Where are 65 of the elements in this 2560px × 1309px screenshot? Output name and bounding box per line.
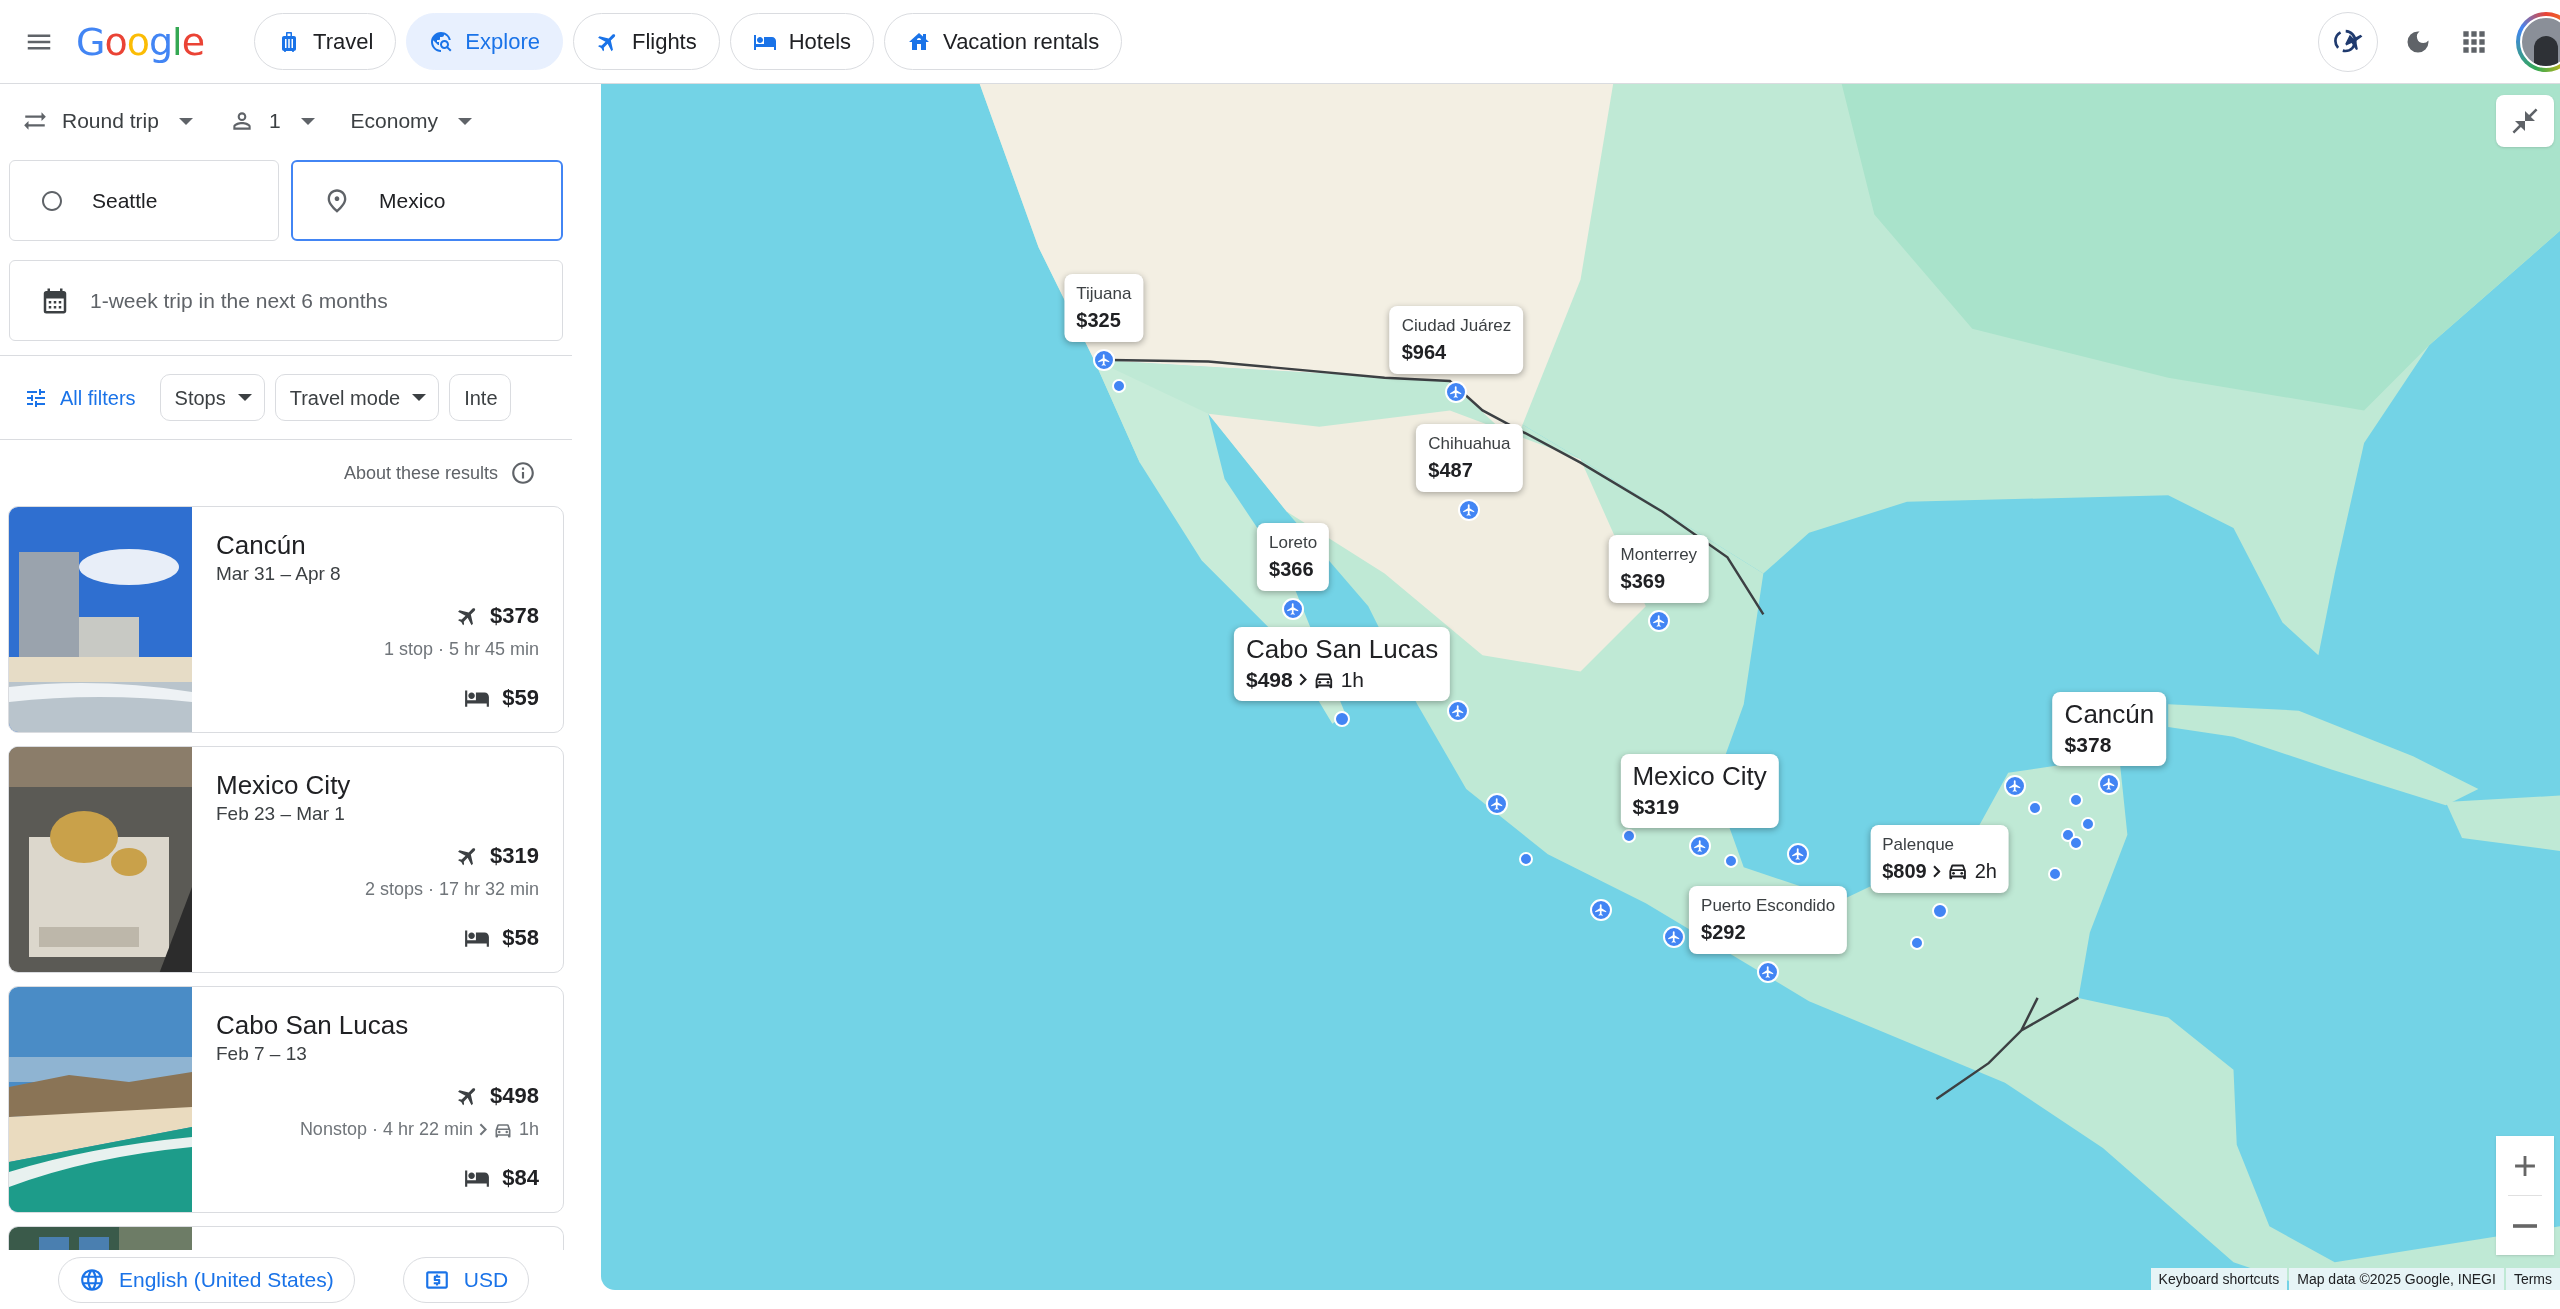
account-avatar[interactable] <box>2516 11 2560 72</box>
destination-name: Mexico City <box>216 769 352 801</box>
dropdown-caret-icon <box>300 117 315 125</box>
hotel-price: $59 <box>502 684 539 712</box>
chevron-right-icon <box>478 1123 487 1136</box>
price-marker[interactable]: Ciudad Juárez $964 <box>1389 306 1524 375</box>
flight-price: $319 <box>490 842 539 870</box>
filter-chip[interactable]: Inte <box>449 374 511 421</box>
google-logo[interactable]: Google <box>76 22 205 61</box>
flight-details: Nonstop · 4 hr 22 min <box>299 1118 473 1141</box>
flight-details: 1 stop · 5 hr 45 min <box>383 638 539 661</box>
trip-option-dropdown[interactable]: Economy <box>350 105 473 137</box>
price-marker[interactable]: Loreto $366 <box>1257 523 1330 592</box>
price-marker[interactable]: Cancún $378 <box>2052 692 2167 767</box>
destination-name: Cabo San Lucas <box>216 1009 410 1041</box>
destination-card[interactable]: Cabo San Lucas Feb 7 – 13 $498 Nonstop · 4 hr 22 min 1h $84 <box>8 986 564 1213</box>
destination-field[interactable]: Mexico <box>291 160 563 241</box>
nav-tab[interactable]: Hotels <box>729 13 875 70</box>
price-marker[interactable]: Tijuana $325 <box>1064 273 1144 342</box>
minus-icon <box>2513 1223 2537 1228</box>
exit-fullscreen-icon <box>2510 106 2540 136</box>
nav-tab[interactable]: Vacation rentals <box>884 13 1123 70</box>
all-filters-button[interactable]: All filters <box>24 382 136 413</box>
price-marker[interactable]: Mexico City $319 <box>1620 754 1779 829</box>
map-data-credit: Map data ©2025 Google, INEGI <box>2289 1268 2504 1290</box>
destination-name: Cancún <box>216 529 307 561</box>
price-marker[interactable]: Monterrey $369 <box>1608 534 1710 603</box>
globe-search-icon <box>429 29 454 54</box>
chevron-right-icon <box>1932 864 1941 878</box>
price-marker[interactable]: Chihuahua $487 <box>1416 423 1523 492</box>
hotel-price: $58 <box>502 924 539 952</box>
trip-option-dropdown[interactable]: 1 <box>228 105 315 137</box>
price-marker[interactable]: Puerto Escondido $292 <box>1689 885 1848 954</box>
flight-price: $498 <box>490 1082 539 1110</box>
dropdown-caret-icon <box>458 117 473 125</box>
trip-dates: Feb 23 – Mar 1 <box>216 802 346 826</box>
info-icon[interactable] <box>510 460 536 486</box>
destination-card[interactable]: Cancún Mar 31 – Apr 8 $378 1 stop · 5 hr 45 min $59 <box>8 506 564 733</box>
flight-details: 2 stops · 17 hr 32 min <box>364 878 539 901</box>
keyboard-shortcuts-link[interactable]: Keyboard shortcuts <box>2150 1268 2288 1290</box>
dropdown-caret-icon <box>412 394 427 401</box>
price-marker[interactable]: Palenque $809 2h <box>1870 825 2009 894</box>
dropdown-caret-icon <box>178 117 193 125</box>
hotel-price: $84 <box>502 1164 539 1192</box>
price-marker[interactable]: Cabo San Lucas $498 1h <box>1233 626 1451 701</box>
dropdown-caret-icon <box>237 394 252 401</box>
transfer-time: 1h <box>518 1118 539 1141</box>
exit-fullscreen-button[interactable] <box>2496 95 2554 147</box>
trip-dates: Feb 7 – 13 <box>216 1042 308 1066</box>
origin-field[interactable]: Seattle <box>9 160 279 241</box>
trip-option-dropdown[interactable]: Round trip <box>22 105 193 137</box>
destination-card[interactable]: Mexico City Feb 23 – Mar 1 $319 2 stops · 17 hr 32 min $58 <box>8 746 564 973</box>
about-results-text: About these results <box>343 461 498 485</box>
filter-chip[interactable]: Stops <box>159 374 265 421</box>
filter-chip[interactable]: Travel mode <box>274 374 440 421</box>
nav-tab[interactable]: Flights <box>572 13 720 70</box>
flight-price: $378 <box>490 602 539 630</box>
nav-tab[interactable]: Explore <box>406 13 563 70</box>
destination-card[interactable] <box>8 1226 564 1250</box>
terms-link[interactable]: Terms <box>2505 1268 2560 1290</box>
trip-dates: Mar 31 – Apr 8 <box>216 562 342 586</box>
date-field[interactable]: 1-week trip in the next 6 months <box>9 260 563 341</box>
chevron-right-icon <box>1298 673 1307 687</box>
globe-icon <box>79 1266 105 1293</box>
nav-tab[interactable]: Travel <box>254 13 397 70</box>
